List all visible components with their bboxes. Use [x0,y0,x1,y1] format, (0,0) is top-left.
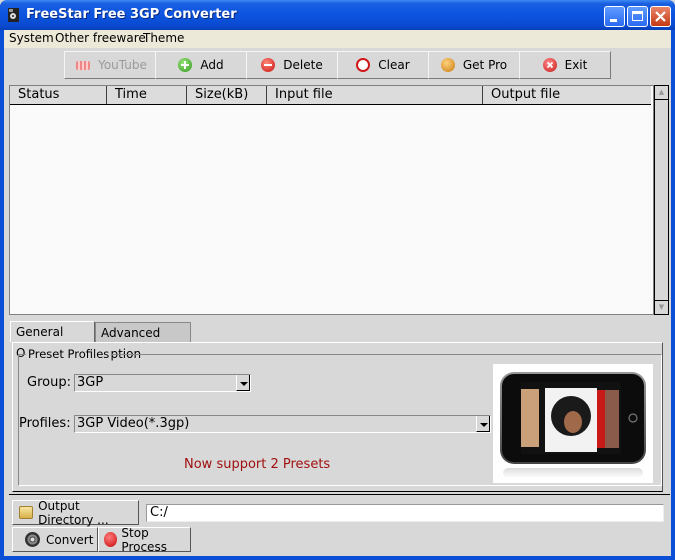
scroll-up-icon[interactable]: ▲ [655,86,668,100]
divider [9,494,670,495]
output-directory-input[interactable]: C:/ [146,504,664,522]
column-header-input-file[interactable]: Input file [267,86,483,104]
minimize-icon [610,19,617,22]
clear-button[interactable]: Clear [337,51,429,79]
smiley-icon [440,58,455,72]
youtube-button[interactable]: YouTube [64,51,159,79]
exit-icon [542,58,557,72]
preset-profiles-title: Preset Profiles [26,347,112,361]
minimize-button[interactable] [604,6,625,27]
tab-advanced-option[interactable]: Advanced Option [95,322,191,361]
scroll-down-icon[interactable]: ▼ [655,300,668,314]
column-header-output-file[interactable]: Output file [483,86,651,104]
youtube-icon [76,60,91,70]
stop-process-button[interactable]: Stop Process [98,526,191,554]
exit-button[interactable]: Exit [519,51,611,79]
group-select[interactable]: 3GP [74,374,251,392]
table-header: Status Time Size(kB) Input file Output f… [10,86,651,105]
folder-icon [19,506,34,519]
get-pro-button[interactable]: Get Pro [428,51,520,79]
close-button[interactable] [650,6,671,27]
profiles-select[interactable]: 3GP Video(*.3gp) [74,415,491,433]
ipod-touch-image [500,372,646,478]
tab-general-option[interactable]: General Option [10,321,95,360]
clear-icon [356,58,371,72]
menu-theme[interactable]: Theme [143,31,184,45]
title-bar: FreeStar Free 3GP Converter [0,0,675,30]
group-label: Group: [27,375,71,390]
film-reel-icon [25,532,40,547]
table-scrollbar[interactable]: ▲ ▼ [654,85,669,315]
chevron-down-icon[interactable] [236,375,250,391]
maximize-icon [632,11,643,21]
app-icon [8,8,19,22]
column-header-size[interactable]: Size(kB) [187,86,267,104]
app-window: FreeStar Free 3GP Converter System Other… [0,0,675,560]
output-directory-button[interactable]: Output Directory ... [12,499,139,527]
menu-other-freeware[interactable]: Other freeware [55,31,146,45]
window-title: FreeStar Free 3GP Converter [26,7,237,22]
maximize-button[interactable] [627,6,648,27]
stop-icon [104,532,118,547]
menu-bar: System Other freeware Theme [4,30,671,48]
device-preview-image [493,364,653,483]
presets-notice: Now support 2 Presets [184,457,331,472]
column-header-time[interactable]: Time [107,86,187,104]
file-table[interactable]: Status Time Size(kB) Input file Output f… [9,85,654,315]
profiles-label: Profiles: [19,416,71,431]
add-button[interactable]: Add [155,51,247,79]
chevron-down-icon[interactable] [476,416,490,432]
close-icon [655,11,666,22]
delete-button[interactable]: Delete [246,51,338,79]
convert-button[interactable]: Convert [12,527,98,552]
column-header-status[interactable]: Status [10,86,107,104]
menu-system[interactable]: System [9,31,54,45]
delete-icon [261,58,276,72]
add-icon [178,58,193,72]
